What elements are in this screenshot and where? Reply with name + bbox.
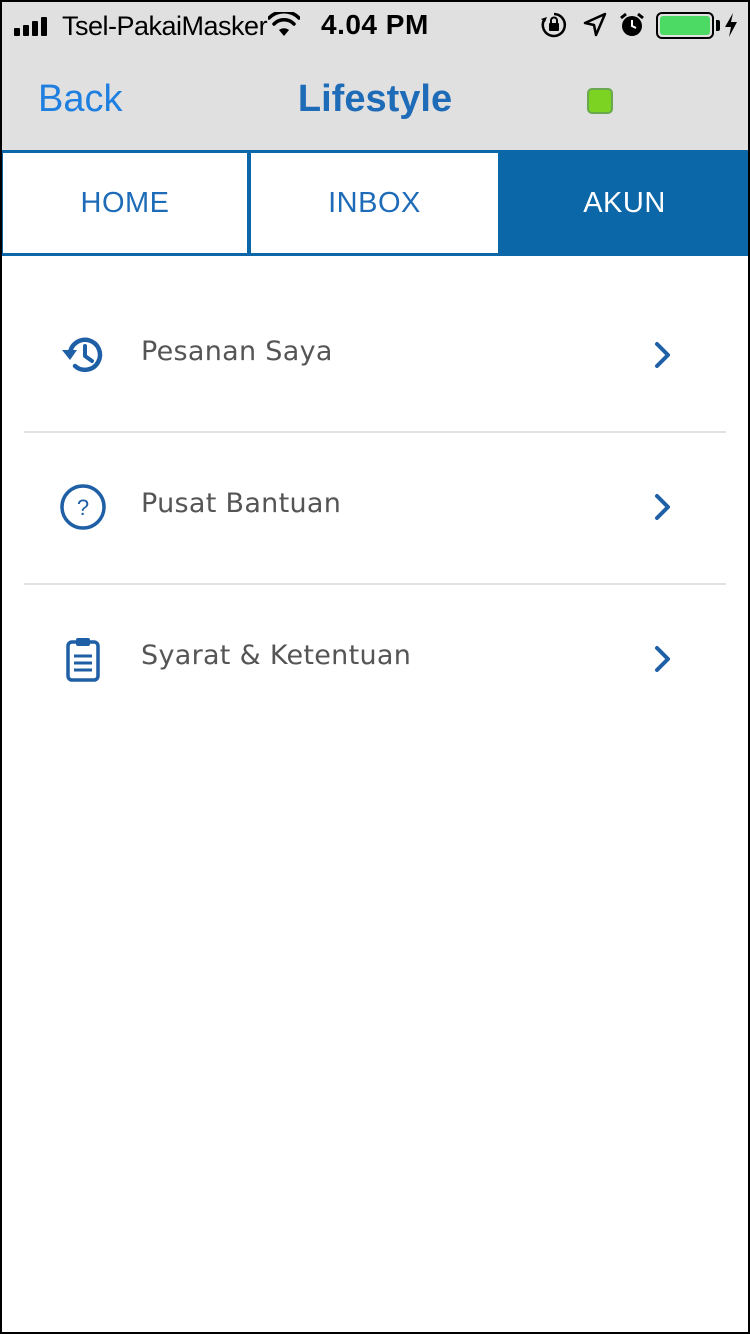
- help-circle-icon: ?: [60, 484, 106, 530]
- status-bar: Tsel-PakaiMasker 4.04 PM: [0, 0, 750, 52]
- page-title: Lifestyle: [297, 78, 453, 120]
- tab-home[interactable]: HOME: [3, 153, 247, 253]
- menu-item-label: Pusat Bantuan: [141, 488, 342, 519]
- nav-bar: Back Lifestyle: [0, 52, 750, 150]
- battery-cap: [716, 20, 720, 31]
- menu-item-pusat-bantuan[interactable]: ? Pusat Bantuan: [0, 432, 750, 584]
- history-icon: [62, 337, 103, 372]
- chevron-right-icon: [655, 494, 670, 520]
- location-icon: [583, 12, 607, 37]
- svg-text:?: ?: [77, 495, 89, 520]
- alarm-icon: [620, 12, 644, 36]
- carrier-name: Tsel-PakaiMasker: [62, 11, 268, 41]
- clipboard-icon: [66, 638, 100, 682]
- menu-item-label: Syarat & Ketentuan: [141, 640, 412, 671]
- wifi-icon: [268, 12, 300, 36]
- orientation-lock-icon: [541, 12, 567, 38]
- charging-icon: [725, 13, 737, 37]
- battery-icon: [656, 12, 714, 39]
- tab-bar: HOME INBOX AKUN: [0, 150, 750, 256]
- tab-akun[interactable]: AKUN: [502, 153, 747, 253]
- menu-item-pesanan-saya[interactable]: Pesanan Saya: [0, 280, 750, 432]
- chevron-right-icon: [655, 646, 670, 672]
- menu-item-label: Pesanan Saya: [141, 336, 333, 367]
- status-indicator: [587, 88, 613, 114]
- signal-icon: [14, 16, 47, 36]
- chevron-right-icon: [655, 342, 670, 368]
- tab-inbox[interactable]: INBOX: [251, 153, 498, 253]
- menu-item-syarat-ketentuan[interactable]: Syarat & Ketentuan: [0, 584, 750, 736]
- status-time: 4.04 PM: [321, 9, 429, 40]
